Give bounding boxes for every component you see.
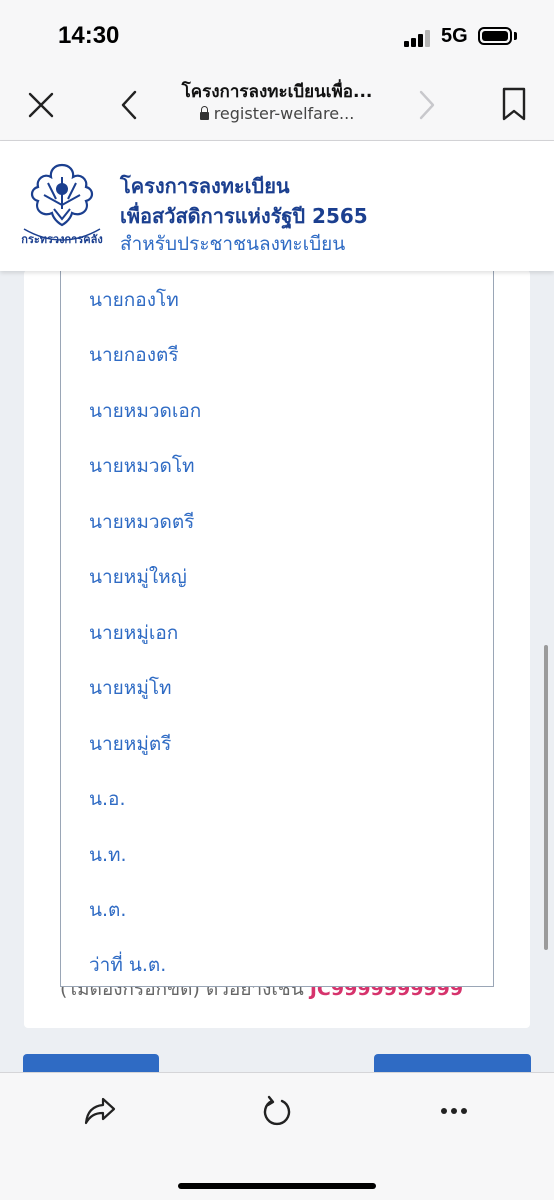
title-dropdown-list[interactable]: นายกองโท นายกองตรี นายหมวดเอก นายหมวดโท … (60, 265, 494, 987)
share-icon[interactable] (80, 1091, 120, 1131)
close-icon[interactable] (22, 86, 60, 124)
url-field[interactable]: register-welfare... (160, 104, 394, 123)
signal-icon (404, 29, 432, 47)
dropdown-option[interactable]: นายหมวดโท (89, 451, 195, 481)
dropdown-option[interactable]: นายหมู่โท (89, 673, 172, 703)
svg-text:กระทรวงการคลัง: กระทรวงการคลัง (21, 233, 102, 246)
lock-icon (199, 106, 209, 120)
url-text: register-welfare... (213, 104, 355, 123)
site-header: กระทรวงการคลัง โครงการลงทะเบียน เพื่อสวั… (0, 141, 554, 271)
battery-cap (514, 32, 517, 40)
dropdown-option[interactable]: นายกองตรี (89, 340, 179, 370)
network-label: 5G (441, 25, 468, 47)
bottom-toolbar (0, 1072, 554, 1200)
dropdown-option[interactable]: นายหมู่ใหญ่ (89, 562, 187, 592)
reload-icon[interactable] (257, 1091, 297, 1131)
bookmark-icon[interactable] (494, 84, 534, 124)
dropdown-option[interactable]: นายหมู่เอก (89, 618, 178, 648)
browser-bar: โครงการลงทะเบียนเพื่อ... register-welfar… (0, 72, 554, 141)
site-title-line1: โครงการลงทะเบียน (120, 174, 290, 198)
back-icon[interactable] (110, 86, 148, 124)
scrollbar[interactable] (544, 645, 548, 950)
site-title-line2: เพื่อสวัสดิการแห่งรัฐปี 2565 (120, 204, 368, 228)
dropdown-option[interactable]: นายหมู่ตรี (89, 729, 171, 759)
status-bar: 14:30 5G (0, 0, 554, 72)
ministry-logo: กระทรวงการคลัง (21, 163, 103, 246)
page-title: โครงการลงทะเบียนเพื่อ... (181, 82, 373, 102)
site-subtitle: สำหรับประชาชนลงทะเบียน (120, 233, 346, 255)
screen: 14:30 5G โครงการลงทะเบียนเพื่อ... regist… (0, 0, 554, 1200)
more-icon[interactable] (434, 1091, 474, 1131)
dropdown-option[interactable]: น.อ. (89, 784, 125, 814)
dropdown-option[interactable]: ว่าที่ น.ต. (89, 950, 166, 980)
home-indicator[interactable] (178, 1183, 376, 1189)
dropdown-option[interactable]: น.ต. (89, 895, 126, 925)
forward-icon[interactable] (408, 86, 446, 124)
battery-icon (478, 27, 512, 45)
dropdown-option[interactable]: นายกองโท (89, 285, 179, 315)
dropdown-option[interactable]: นายหมวดตรี (89, 507, 194, 537)
dropdown-option[interactable]: น.ท. (89, 840, 127, 870)
dropdown-option[interactable]: นายหมวดเอก (89, 396, 201, 426)
status-time: 14:30 (58, 22, 120, 49)
